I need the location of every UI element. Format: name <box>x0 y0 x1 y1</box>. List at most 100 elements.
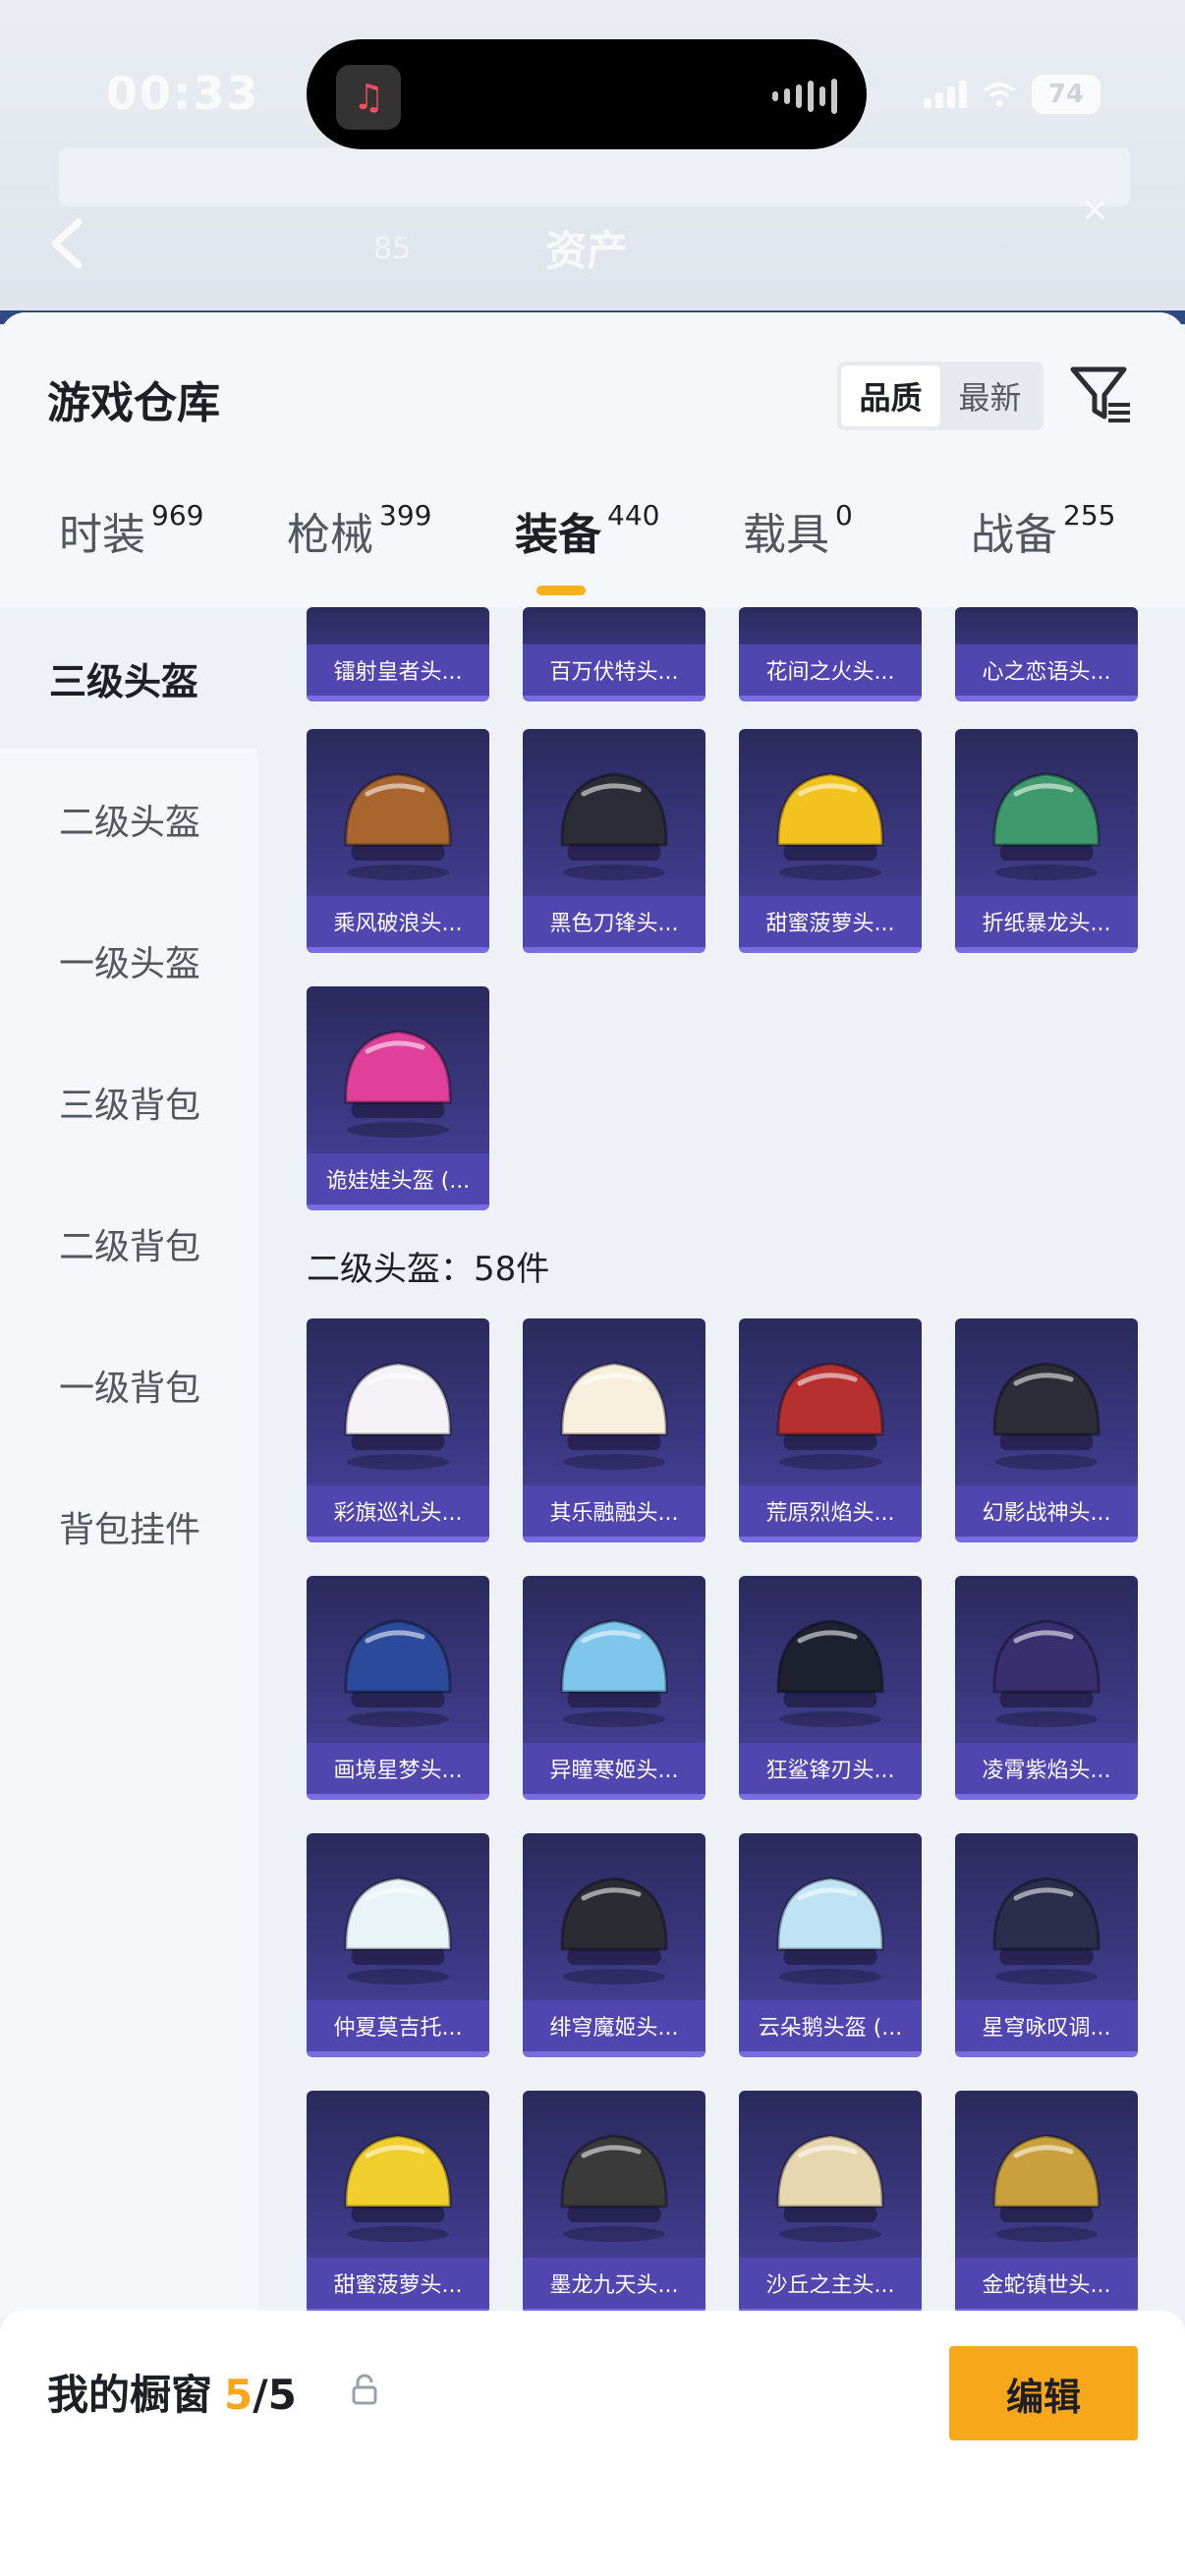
item-card[interactable]: 诡娃娃头盔 (... <box>307 986 489 1210</box>
tab-supplies[interactable]: 战备 255 <box>971 499 1115 562</box>
item-card[interactable]: 心之恋语头... <box>955 607 1138 701</box>
item-card[interactable]: 甜蜜菠萝头... <box>307 2091 489 2315</box>
showcase-label: 我的橱窗 5 /5 <box>47 2362 297 2422</box>
subcategory-sidebar: 三级头盔 二级头盔 一级头盔 三级背包 二级背包 一级背包 背包挂件 <box>0 607 257 2317</box>
item-name: 诡娃娃头盔 (... <box>307 1153 489 1204</box>
sort-toggle: 品质 最新 <box>837 362 1044 430</box>
item-name: 甜蜜菠萝头... <box>307 2258 489 2309</box>
tab-label: 战备 <box>971 510 1057 560</box>
item-card[interactable]: 彩旗巡礼头... <box>307 1318 489 1542</box>
helmet-icon <box>560 2134 668 2242</box>
back-arrow-icon[interactable] <box>47 218 86 269</box>
helmet-icon <box>992 772 1100 880</box>
sidebar-item-level3-backpack[interactable]: 三级背包 <box>0 1032 257 1173</box>
item-name: 异瞳寒姬头... <box>523 1743 705 1794</box>
item-name: 折纸暴龙头... <box>955 896 1138 947</box>
sidebar-item-level2-helmet[interactable]: 二级头盔 <box>0 749 257 890</box>
item-name: 黑色刀锋头... <box>523 896 705 947</box>
wifi-icon <box>983 83 1016 107</box>
battery-indicator: 74 <box>1032 75 1100 114</box>
showcase-title: 我的橱窗 <box>47 2371 213 2419</box>
item-name: 其乐融融头... <box>523 1485 705 1537</box>
close-icon: ✕ <box>1081 192 1109 231</box>
item-card[interactable]: 甜蜜菠萝头... <box>739 729 922 953</box>
dynamic-island: ♫ <box>307 39 867 149</box>
item-card[interactable]: 狂鲨锋刃头... <box>739 1576 922 1800</box>
tab-firearms[interactable]: 枪械 399 <box>287 499 431 562</box>
item-name: 沙丘之主头... <box>739 2258 922 2309</box>
helmet-icon <box>560 1362 668 1470</box>
category-tabs: 时装 969 枪械 399 装备 440 载具 0 战备 255 <box>0 499 1185 607</box>
item-name: 狂鲨锋刃头... <box>739 1743 922 1794</box>
helmet-icon <box>992 1619 1100 1727</box>
helmet-icon <box>992 1362 1100 1470</box>
item-name: 星穹咏叹调... <box>955 2000 1138 2051</box>
item-name: 镭射皇者头... <box>307 644 489 696</box>
item-card[interactable]: 百万伏特头... <box>523 607 705 701</box>
section-heading-level2: 二级头盔：58件 <box>307 1250 550 1289</box>
item-card[interactable]: 墨龙九天头... <box>523 2091 705 2315</box>
item-card[interactable]: 星穹咏叹调... <box>955 1833 1138 2057</box>
helmet-icon <box>776 2134 884 2242</box>
item-card[interactable]: 沙丘之主头... <box>739 2091 922 2315</box>
item-card[interactable]: 花间之火头... <box>739 607 922 701</box>
tab-vehicles[interactable]: 载具 0 <box>743 499 853 562</box>
item-name: 花间之火头... <box>739 644 922 696</box>
helmet-icon <box>344 2134 452 2242</box>
tab-count: 440 <box>607 499 660 532</box>
tab-equipment[interactable]: 装备 440 <box>515 499 659 562</box>
item-card[interactable]: 异瞳寒姬头... <box>523 1576 705 1800</box>
item-card[interactable]: 乘风破浪头... <box>307 729 489 953</box>
item-card[interactable]: 云朵鹅头盔 (... <box>739 1833 922 2057</box>
item-name: 百万伏特头... <box>523 644 705 696</box>
item-name: 乘风破浪头... <box>307 896 489 947</box>
active-tab-indicator <box>536 586 586 595</box>
edit-button[interactable]: 编辑 <box>949 2346 1138 2440</box>
item-name: 墨龙九天头... <box>523 2258 705 2309</box>
helmet-icon <box>776 1362 884 1470</box>
sheet-header: 游戏仓库 品质 最新 时装 969 枪械 399 装备 440 载具 0 战备 … <box>0 312 1185 607</box>
item-card[interactable]: 折纸暴龙头... <box>955 729 1138 953</box>
helmet-icon <box>776 772 884 880</box>
sidebar-item-level1-backpack[interactable]: 一级背包 <box>0 1315 257 1456</box>
tab-count: 399 <box>379 499 432 532</box>
item-name: 心之恋语头... <box>955 644 1138 696</box>
tab-label: 枪械 <box>287 510 373 560</box>
item-card[interactable]: 绯穹魔姬头... <box>523 1833 705 2057</box>
lock-icon <box>352 2374 377 2405</box>
item-name: 彩旗巡礼头... <box>307 1485 489 1537</box>
helmet-icon <box>776 1876 884 1985</box>
showcase-bar: 我的橱窗 5 /5 编辑 <box>0 2311 1185 2576</box>
item-card[interactable]: 幻影战神头... <box>955 1318 1138 1542</box>
item-card[interactable]: 荒原烈焰头... <box>739 1318 922 1542</box>
filter-icon[interactable] <box>1069 360 1134 430</box>
showcase-max-count: /5 <box>253 2371 297 2419</box>
item-grid: 镭射皇者头... 百万伏特头... 花间之火头... 心之恋语头... 乘风破浪头...… <box>257 607 1185 2317</box>
item-name: 甜蜜菠萝头... <box>739 896 922 947</box>
item-card[interactable]: 仲夏莫吉托... <box>307 1833 489 2057</box>
sidebar-item-backpack-charms[interactable]: 背包挂件 <box>0 1456 257 1597</box>
tab-fashion[interactable]: 时装 969 <box>59 499 203 562</box>
sidebar-item-level3-helmet[interactable]: 三级头盔 <box>0 607 257 749</box>
item-name: 幻影战神头... <box>955 1485 1138 1537</box>
showcase-current-count: 5 <box>224 2371 254 2419</box>
item-card[interactable]: 其乐融融头... <box>523 1318 705 1542</box>
item-card[interactable]: 镭射皇者头... <box>307 607 489 701</box>
helmet-icon <box>560 1876 668 1985</box>
item-card[interactable]: 黑色刀锋头... <box>523 729 705 953</box>
sort-quality-option[interactable]: 品质 <box>841 365 940 426</box>
cellular-signal-icon <box>924 81 967 108</box>
helmet-icon <box>560 1619 668 1727</box>
item-card[interactable]: 凌霄紫焰头... <box>955 1576 1138 1800</box>
blurred-text: 85 <box>373 232 412 266</box>
helmet-icon <box>344 1619 452 1727</box>
sidebar-item-level2-backpack[interactable]: 二级背包 <box>0 1173 257 1315</box>
status-indicators: 74 <box>924 75 1100 114</box>
sort-newest-option[interactable]: 最新 <box>940 365 1040 426</box>
status-time: 00:33 <box>106 67 260 120</box>
tab-label: 时装 <box>59 510 145 560</box>
item-card[interactable]: 金蛇镇世头... <box>955 2091 1138 2315</box>
item-card[interactable]: 画境星梦头... <box>307 1576 489 1800</box>
music-note-icon: ♫ <box>336 65 401 130</box>
sidebar-item-level1-helmet[interactable]: 一级头盔 <box>0 890 257 1032</box>
